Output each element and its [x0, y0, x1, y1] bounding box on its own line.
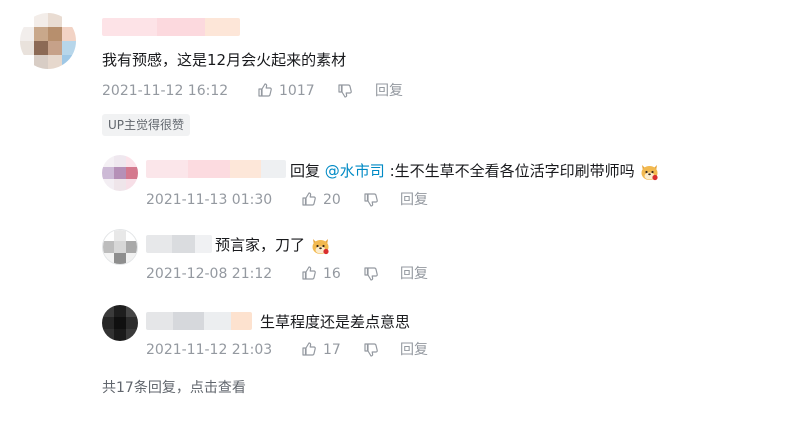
reply-button[interactable]: 回复 — [400, 191, 428, 209]
main-comment-like-count: 1017 — [279, 83, 315, 99]
reply-text: 预言家，刀了 — [215, 235, 331, 256]
reply-text: 生草程度还是差点意思 — [260, 312, 410, 332]
doge-emoji-icon — [310, 235, 331, 256]
dislike-icon[interactable] — [337, 83, 353, 99]
reply-prefix: 回复 — [290, 162, 325, 180]
reply-count-summary: 共17条回复， — [102, 380, 190, 396]
doge-emoji-icon — [639, 161, 660, 182]
reply-text: 回复 @水市司 :生不生草不全看各位活字印刷带师吗 — [290, 161, 660, 182]
reply-avatar[interactable] — [102, 229, 138, 265]
dislike-icon[interactable] — [363, 266, 379, 282]
view-all-replies-link[interactable]: 点击查看 — [190, 380, 246, 396]
main-comment-username-blurred[interactable] — [102, 18, 240, 36]
reply-like-count: 16 — [323, 266, 341, 282]
up-liked-badge: UP主觉得很赞 — [102, 114, 191, 136]
reply-content: 生草程度还是差点意思 — [260, 313, 411, 331]
reply-avatar[interactable] — [102, 155, 138, 191]
reply-like-count: 20 — [323, 192, 341, 208]
main-comment-date: 2021-11-12 16:12 — [102, 83, 229, 99]
reply-button[interactable]: 回复 — [400, 341, 428, 359]
replies-footer: 共17条回复，点击查看 — [102, 377, 246, 397]
reply-date: 2021-11-12 21:03 — [146, 342, 273, 358]
reply-mention[interactable]: @水市司 — [325, 162, 385, 180]
dislike-icon[interactable] — [363, 342, 379, 358]
like-icon[interactable] — [301, 341, 317, 357]
reply-username-blurred[interactable] — [146, 312, 252, 330]
like-icon[interactable] — [257, 82, 273, 98]
reply-username-blurred[interactable] — [146, 235, 212, 253]
like-icon[interactable] — [301, 265, 317, 281]
like-icon[interactable] — [301, 191, 317, 207]
main-comment-avatar[interactable] — [20, 13, 76, 69]
main-comment-text: 我有预感，这是12月会火起来的素材 — [102, 51, 347, 69]
reply-like-count: 17 — [323, 342, 341, 358]
dislike-icon[interactable] — [363, 192, 379, 208]
reply-date: 2021-12-08 21:12 — [146, 266, 273, 282]
reply-content: :生不生草不全看各位活字印刷带师吗 — [384, 162, 635, 180]
reply-button[interactable]: 回复 — [400, 265, 428, 283]
main-comment-reply-button[interactable]: 回复 — [375, 82, 403, 100]
reply-content: 预言家，刀了 — [215, 236, 306, 254]
reply-username-blurred[interactable] — [146, 160, 286, 178]
reply-avatar[interactable] — [102, 305, 138, 341]
reply-date: 2021-11-13 01:30 — [146, 192, 273, 208]
